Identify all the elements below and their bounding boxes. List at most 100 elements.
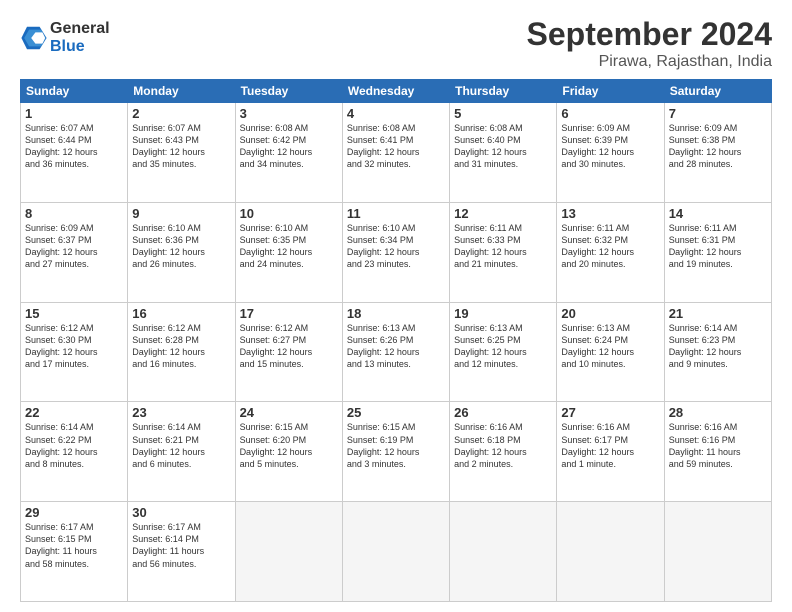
day-info: Sunrise: 6:09 AM Sunset: 6:37 PM Dayligh… <box>25 222 123 271</box>
table-row: 8Sunrise: 6:09 AM Sunset: 6:37 PM Daylig… <box>21 202 128 302</box>
col-friday: Friday <box>557 80 664 103</box>
day-number: 19 <box>454 306 552 321</box>
day-info: Sunrise: 6:09 AM Sunset: 6:39 PM Dayligh… <box>561 122 659 171</box>
day-info: Sunrise: 6:08 AM Sunset: 6:41 PM Dayligh… <box>347 122 445 171</box>
day-number: 20 <box>561 306 659 321</box>
table-row <box>664 502 771 602</box>
table-row: 12Sunrise: 6:11 AM Sunset: 6:33 PM Dayli… <box>450 202 557 302</box>
day-number: 26 <box>454 405 552 420</box>
logo-text: General Blue <box>50 20 110 55</box>
day-info: Sunrise: 6:11 AM Sunset: 6:32 PM Dayligh… <box>561 222 659 271</box>
day-info: Sunrise: 6:14 AM Sunset: 6:22 PM Dayligh… <box>25 421 123 470</box>
table-row: 25Sunrise: 6:15 AM Sunset: 6:19 PM Dayli… <box>342 402 449 502</box>
day-info: Sunrise: 6:12 AM Sunset: 6:30 PM Dayligh… <box>25 322 123 371</box>
day-number: 25 <box>347 405 445 420</box>
day-info: Sunrise: 6:16 AM Sunset: 6:16 PM Dayligh… <box>669 421 767 470</box>
day-info: Sunrise: 6:16 AM Sunset: 6:18 PM Dayligh… <box>454 421 552 470</box>
day-info: Sunrise: 6:12 AM Sunset: 6:28 PM Dayligh… <box>132 322 230 371</box>
day-number: 5 <box>454 106 552 121</box>
day-info: Sunrise: 6:10 AM Sunset: 6:34 PM Dayligh… <box>347 222 445 271</box>
table-row: 22Sunrise: 6:14 AM Sunset: 6:22 PM Dayli… <box>21 402 128 502</box>
day-number: 14 <box>669 206 767 221</box>
location: Pirawa, Rajasthan, India <box>527 53 772 71</box>
day-number: 27 <box>561 405 659 420</box>
day-info: Sunrise: 6:10 AM Sunset: 6:35 PM Dayligh… <box>240 222 338 271</box>
calendar-week-1: 8Sunrise: 6:09 AM Sunset: 6:37 PM Daylig… <box>21 202 772 302</box>
day-number: 17 <box>240 306 338 321</box>
day-info: Sunrise: 6:16 AM Sunset: 6:17 PM Dayligh… <box>561 421 659 470</box>
col-saturday: Saturday <box>664 80 771 103</box>
day-number: 22 <box>25 405 123 420</box>
table-row: 3Sunrise: 6:08 AM Sunset: 6:42 PM Daylig… <box>235 103 342 203</box>
day-number: 1 <box>25 106 123 121</box>
table-row: 2Sunrise: 6:07 AM Sunset: 6:43 PM Daylig… <box>128 103 235 203</box>
table-row <box>235 502 342 602</box>
day-info: Sunrise: 6:17 AM Sunset: 6:15 PM Dayligh… <box>25 521 123 570</box>
day-info: Sunrise: 6:11 AM Sunset: 6:31 PM Dayligh… <box>669 222 767 271</box>
day-number: 11 <box>347 206 445 221</box>
table-row: 7Sunrise: 6:09 AM Sunset: 6:38 PM Daylig… <box>664 103 771 203</box>
col-thursday: Thursday <box>450 80 557 103</box>
month-title: September 2024 <box>527 16 772 53</box>
calendar-week-2: 15Sunrise: 6:12 AM Sunset: 6:30 PM Dayli… <box>21 302 772 402</box>
logo-blue-text: Blue <box>50 38 110 56</box>
day-info: Sunrise: 6:08 AM Sunset: 6:40 PM Dayligh… <box>454 122 552 171</box>
table-row: 21Sunrise: 6:14 AM Sunset: 6:23 PM Dayli… <box>664 302 771 402</box>
table-row: 29Sunrise: 6:17 AM Sunset: 6:15 PM Dayli… <box>21 502 128 602</box>
day-number: 21 <box>669 306 767 321</box>
day-number: 15 <box>25 306 123 321</box>
table-row <box>557 502 664 602</box>
table-row: 11Sunrise: 6:10 AM Sunset: 6:34 PM Dayli… <box>342 202 449 302</box>
day-info: Sunrise: 6:17 AM Sunset: 6:14 PM Dayligh… <box>132 521 230 570</box>
header-row: Sunday Monday Tuesday Wednesday Thursday… <box>21 80 772 103</box>
title-block: September 2024 Pirawa, Rajasthan, India <box>527 16 772 71</box>
day-info: Sunrise: 6:07 AM Sunset: 6:44 PM Dayligh… <box>25 122 123 171</box>
table-row: 20Sunrise: 6:13 AM Sunset: 6:24 PM Dayli… <box>557 302 664 402</box>
table-row: 18Sunrise: 6:13 AM Sunset: 6:26 PM Dayli… <box>342 302 449 402</box>
table-row: 27Sunrise: 6:16 AM Sunset: 6:17 PM Dayli… <box>557 402 664 502</box>
logo-general-text: General <box>50 20 110 38</box>
day-info: Sunrise: 6:15 AM Sunset: 6:19 PM Dayligh… <box>347 421 445 470</box>
col-wednesday: Wednesday <box>342 80 449 103</box>
table-row: 19Sunrise: 6:13 AM Sunset: 6:25 PM Dayli… <box>450 302 557 402</box>
table-row: 4Sunrise: 6:08 AM Sunset: 6:41 PM Daylig… <box>342 103 449 203</box>
table-row: 17Sunrise: 6:12 AM Sunset: 6:27 PM Dayli… <box>235 302 342 402</box>
table-row <box>450 502 557 602</box>
day-number: 4 <box>347 106 445 121</box>
table-row: 15Sunrise: 6:12 AM Sunset: 6:30 PM Dayli… <box>21 302 128 402</box>
calendar-week-3: 22Sunrise: 6:14 AM Sunset: 6:22 PM Dayli… <box>21 402 772 502</box>
table-row: 16Sunrise: 6:12 AM Sunset: 6:28 PM Dayli… <box>128 302 235 402</box>
day-number: 18 <box>347 306 445 321</box>
day-number: 8 <box>25 206 123 221</box>
page: General Blue September 2024 Pirawa, Raja… <box>0 0 792 612</box>
table-row: 26Sunrise: 6:16 AM Sunset: 6:18 PM Dayli… <box>450 402 557 502</box>
day-info: Sunrise: 6:13 AM Sunset: 6:26 PM Dayligh… <box>347 322 445 371</box>
table-row: 14Sunrise: 6:11 AM Sunset: 6:31 PM Dayli… <box>664 202 771 302</box>
day-number: 13 <box>561 206 659 221</box>
day-info: Sunrise: 6:15 AM Sunset: 6:20 PM Dayligh… <box>240 421 338 470</box>
day-number: 29 <box>25 505 123 520</box>
day-number: 24 <box>240 405 338 420</box>
day-number: 7 <box>669 106 767 121</box>
day-info: Sunrise: 6:13 AM Sunset: 6:25 PM Dayligh… <box>454 322 552 371</box>
day-number: 28 <box>669 405 767 420</box>
day-number: 3 <box>240 106 338 121</box>
col-sunday: Sunday <box>21 80 128 103</box>
header: General Blue September 2024 Pirawa, Raja… <box>20 16 772 71</box>
day-info: Sunrise: 6:12 AM Sunset: 6:27 PM Dayligh… <box>240 322 338 371</box>
day-info: Sunrise: 6:11 AM Sunset: 6:33 PM Dayligh… <box>454 222 552 271</box>
table-row: 23Sunrise: 6:14 AM Sunset: 6:21 PM Dayli… <box>128 402 235 502</box>
logo: General Blue <box>20 20 110 55</box>
day-info: Sunrise: 6:10 AM Sunset: 6:36 PM Dayligh… <box>132 222 230 271</box>
logo-icon <box>20 24 48 52</box>
calendar: Sunday Monday Tuesday Wednesday Thursday… <box>20 79 772 602</box>
calendar-week-4: 29Sunrise: 6:17 AM Sunset: 6:15 PM Dayli… <box>21 502 772 602</box>
day-info: Sunrise: 6:13 AM Sunset: 6:24 PM Dayligh… <box>561 322 659 371</box>
table-row: 30Sunrise: 6:17 AM Sunset: 6:14 PM Dayli… <box>128 502 235 602</box>
table-row: 9Sunrise: 6:10 AM Sunset: 6:36 PM Daylig… <box>128 202 235 302</box>
day-number: 10 <box>240 206 338 221</box>
day-number: 30 <box>132 505 230 520</box>
day-number: 2 <box>132 106 230 121</box>
day-info: Sunrise: 6:08 AM Sunset: 6:42 PM Dayligh… <box>240 122 338 171</box>
day-number: 12 <box>454 206 552 221</box>
